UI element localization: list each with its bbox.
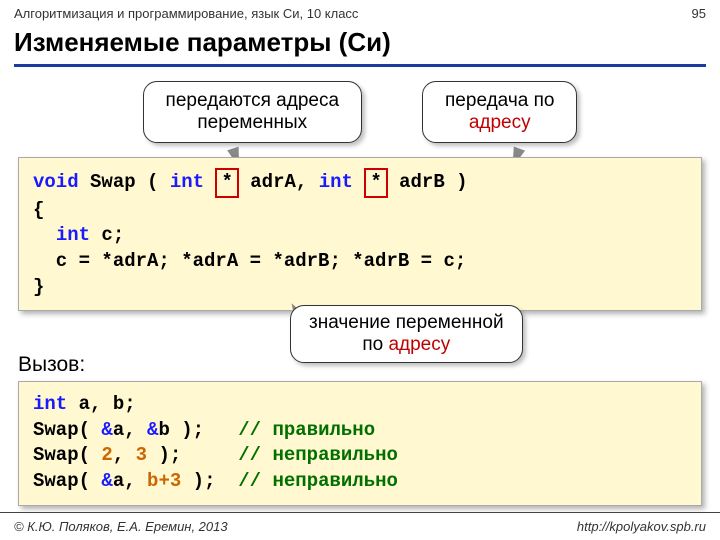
comment: // правильно [238,419,375,441]
page-title: Изменяемые параметры (Си) [0,23,720,64]
code-text: a, b; [67,393,135,415]
code-text: ); [181,470,238,492]
callout-addresses: передаются адреса переменных [143,81,362,143]
amp: & [147,419,158,441]
code-text: Swap( [33,444,101,466]
code-text: { [33,199,44,221]
amp: & [101,419,112,441]
footer-url: http://kpolyakov.spb.ru [577,519,706,534]
code-text: a, [113,419,147,441]
callouts-row: передаются адреса переменных передача по… [0,81,720,143]
code-text [353,171,364,193]
star-highlight: * [364,168,387,198]
code-text: , [113,444,136,466]
callout-line: по адресу [309,334,504,356]
callout-by-address: передача по адресу [422,81,577,143]
code-text: Swap ( [79,171,170,193]
callout-line: значение переменной [309,312,504,334]
callout-line: переменных [166,112,339,134]
kw-int: int [319,171,353,193]
footer-copyright: © К.Ю. Поляков, Е.А. Еремин, 2013 [14,519,228,534]
kw-int: int [33,393,67,415]
code-text: Swap( [33,419,101,441]
code-text: a, [113,470,147,492]
code-text: adrB ) [388,171,468,193]
code-text: adrA, [239,171,319,193]
callout-line: передаются адреса [166,90,339,112]
code-text: c; [90,224,124,246]
callout-word-red: адресу [445,112,554,134]
kw-int: int [56,224,90,246]
kw-int: int [170,171,204,193]
literal: 2 [101,444,112,466]
code-text: ); [147,444,238,466]
code-text [204,171,215,193]
code-block-call: int a, b; Swap( &a, &b ); // правильно S… [18,381,702,506]
code-block-swap: void Swap ( int * adrA, int * adrB ) { i… [18,157,702,311]
literal: b+3 [147,470,181,492]
code-text: b ); [158,419,238,441]
code-text [33,224,56,246]
header-left: Алгоритмизация и программирование, язык … [14,6,358,21]
amp: & [101,470,112,492]
code-text: Swap( [33,470,101,492]
title-underline [14,64,706,67]
callout-line: передача по [445,90,554,112]
comment: // неправильно [238,470,398,492]
code-text: } [33,276,44,298]
callout-text: по [362,334,388,355]
code-text: c = *adrA; *adrA = *adrB; *adrB = c; [33,250,466,272]
callout-value-by-address: значение переменной по адресу [290,305,523,363]
footer: © К.Ю. Поляков, Е.А. Еремин, 2013 http:/… [0,512,720,540]
star-highlight: * [215,168,238,198]
comment: // неправильно [238,444,398,466]
callout-word-red: адресу [388,334,450,355]
header-bar: Алгоритмизация и программирование, язык … [0,0,720,23]
kw-void: void [33,171,79,193]
literal: 3 [136,444,147,466]
page-number: 95 [692,6,706,21]
